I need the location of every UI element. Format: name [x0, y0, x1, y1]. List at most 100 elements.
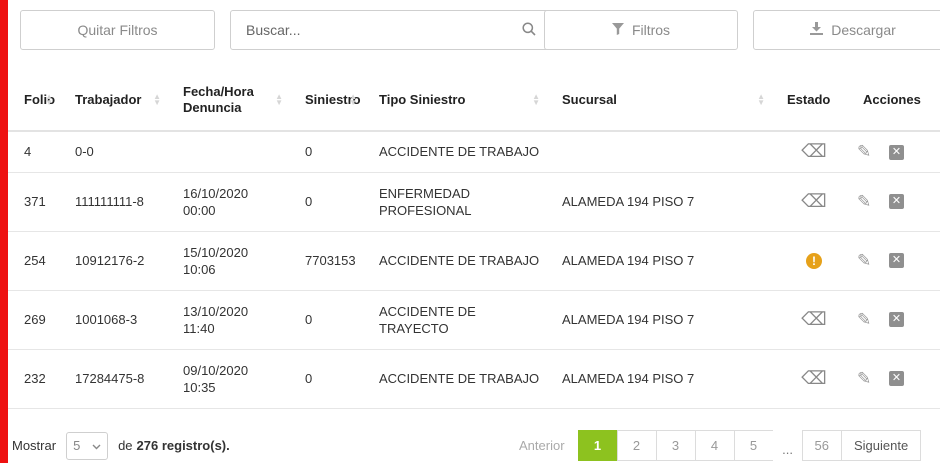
sort-icon[interactable]: ▲ ▼ [757, 93, 765, 107]
page-button-5[interactable]: 5 [733, 430, 774, 461]
eraser-icon[interactable]: ⌫ [801, 142, 826, 160]
edit-icon[interactable]: ✎ [857, 193, 877, 211]
cell-trabajador: 1001068-3 [59, 290, 167, 350]
cell-tipo-siniestro: ACCIDENTE DE TRABAJO [363, 131, 546, 173]
cell-siniestro: 7703153 [289, 231, 363, 291]
cell-acciones: ✎ ✕ [847, 290, 940, 350]
delete-icon[interactable]: ✕ [889, 144, 904, 160]
table-header-row: Folio ▲ ▼ Trabajador ▲ ▼ Fecha/Hora Denuncia… [8, 70, 940, 132]
cell-acciones: ✎ ✕ [847, 131, 940, 173]
cell-trabajador: 17284475-8 [59, 349, 167, 409]
edit-icon[interactable]: ✎ [857, 252, 877, 270]
next-page-button[interactable]: Siguiente [841, 430, 922, 461]
search-icon[interactable] [522, 21, 536, 39]
clear-filters-label: Quitar Filtros [77, 22, 158, 38]
cell-estado: ⌫ [771, 172, 847, 232]
col-header-acciones: Acciones [847, 70, 940, 132]
cell-estado: ⌫ [771, 131, 847, 173]
filter-icon [611, 22, 624, 38]
cell-sucursal: ALAMEDA 194 PISO 7 [546, 172, 771, 232]
sort-icon[interactable]: ▲ ▼ [532, 93, 540, 107]
cell-siniestro: 0 [289, 172, 363, 232]
cell-fecha: 16/10/2020 00:00 [167, 172, 289, 232]
page-button-4[interactable]: 4 [694, 430, 735, 461]
cell-trabajador: 10912176-2 [59, 231, 167, 291]
chevron-down-icon [92, 438, 101, 453]
page-button-2[interactable]: 2 [616, 430, 657, 461]
col-header-siniestro[interactable]: Siniestro ▲ ▼ [289, 70, 363, 132]
cell-tipo-siniestro: ENFERMEDAD PROFESIONAL [363, 172, 546, 232]
table-row: 371 111111111-8 16/10/2020 00:00 0 ENFERM… [8, 172, 940, 232]
cell-sucursal: ALAMEDA 194 PISO 7 [546, 349, 771, 409]
clear-filters-button[interactable]: Quitar Filtros [20, 10, 215, 50]
cell-tipo-siniestro: ACCIDENTE DE TRABAJO [363, 231, 546, 291]
cell-sucursal: ALAMEDA 194 PISO 7 [546, 290, 771, 350]
warning-icon[interactable]: ! [806, 253, 822, 270]
cell-trabajador: 111111111-8 [59, 172, 167, 232]
table-row: 254 10912176-2 15/10/2020 10:06 7703153 A… [8, 231, 940, 291]
eraser-icon[interactable]: ⌫ [801, 310, 826, 328]
table-row: 269 1001068-3 13/10/2020 11:40 0 ACCIDENT… [8, 290, 940, 350]
edit-icon[interactable]: ✎ [857, 311, 877, 329]
delete-icon[interactable]: ✕ [889, 371, 904, 387]
cell-folio: 4 [8, 131, 59, 173]
cell-acciones: ✎ ✕ [847, 231, 940, 291]
sort-icon[interactable]: ▲ ▼ [275, 93, 283, 107]
cell-folio: 371 [8, 172, 59, 232]
pagination: Anterior 1 2 3 4 5 ... 56 Siguiente [507, 430, 922, 461]
table-row: 232 17284475-8 09/10/2020 10:35 0 ACCIDEN… [8, 349, 940, 409]
page-size-select[interactable]: 5 [66, 431, 109, 460]
col-header-trabajador[interactable]: Trabajador ▲ ▼ [59, 70, 167, 132]
cell-fecha: 13/10/2020 11:40 [167, 290, 289, 350]
delete-icon[interactable]: ✕ [889, 194, 904, 210]
sort-icon[interactable]: ▲ ▼ [153, 93, 161, 107]
cell-acciones: ✎ ✕ [847, 349, 940, 409]
filters-label: Filtros [631, 22, 671, 38]
cell-estado: ⌫ [771, 349, 847, 409]
cell-tipo-siniestro: ACCIDENTE DE TRAYECTO [363, 290, 546, 350]
page-button-last[interactable]: 56 [801, 430, 842, 461]
cell-trabajador: 0-0 [59, 131, 167, 173]
sort-icon[interactable]: ▲ ▼ [349, 93, 357, 107]
cell-siniestro: 0 [289, 290, 363, 350]
table-row: 4 0-0 0 ACCIDENTE DE TRABAJO ⌫ ✎ ✕ [8, 131, 940, 173]
cell-fecha [167, 131, 289, 173]
denuncias-table: Folio ▲ ▼ Trabajador ▲ ▼ Fecha/Hora Denuncia… [8, 70, 940, 409]
total-records: 276 registro(s). [136, 438, 230, 453]
cell-folio: 232 [8, 349, 59, 409]
pagination-ellipsis: ... [772, 430, 803, 461]
page-size-value: 5 [73, 438, 81, 453]
col-header-estado: Estado [771, 70, 847, 132]
eraser-icon[interactable]: ⌫ [801, 369, 826, 387]
page-button-3[interactable]: 3 [655, 430, 696, 461]
search-box[interactable] [230, 10, 549, 50]
left-edge-bar [0, 0, 8, 463]
cell-estado: ! [771, 231, 847, 291]
col-header-tipo-siniestro[interactable]: Tipo Siniestro ▲ ▼ [363, 70, 546, 132]
download-icon [810, 22, 824, 38]
show-label: Mostrar [12, 438, 57, 453]
cell-sucursal [546, 131, 771, 173]
prev-page-button[interactable]: Anterior [507, 430, 579, 461]
col-header-fecha[interactable]: Fecha/Hora Denuncia ▲ ▼ [167, 70, 289, 132]
delete-icon[interactable]: ✕ [889, 253, 904, 269]
download-label: Descargar [831, 22, 896, 38]
sort-icon[interactable]: ▲ ▼ [45, 93, 53, 107]
filters-button[interactable]: Filtros [544, 10, 738, 50]
edit-icon[interactable]: ✎ [857, 143, 877, 161]
download-button[interactable]: Descargar [753, 10, 940, 50]
of-label: de [118, 438, 133, 453]
cell-acciones: ✎ ✕ [847, 172, 940, 232]
cell-siniestro: 0 [289, 131, 363, 173]
col-header-folio[interactable]: Folio ▲ ▼ [8, 70, 59, 132]
cell-estado: ⌫ [771, 290, 847, 350]
search-input[interactable] [246, 22, 522, 38]
page-button-1[interactable]: 1 [577, 430, 618, 461]
cell-siniestro: 0 [289, 349, 363, 409]
cell-fecha: 15/10/2020 10:06 [167, 231, 289, 291]
edit-icon[interactable]: ✎ [857, 370, 877, 388]
table-footer: Mostrar 5 de 276 registro(s). Anterior 1… [12, 430, 940, 461]
eraser-icon[interactable]: ⌫ [801, 192, 826, 210]
delete-icon[interactable]: ✕ [889, 312, 904, 328]
col-header-sucursal[interactable]: Sucursal ▲ ▼ [546, 70, 771, 132]
